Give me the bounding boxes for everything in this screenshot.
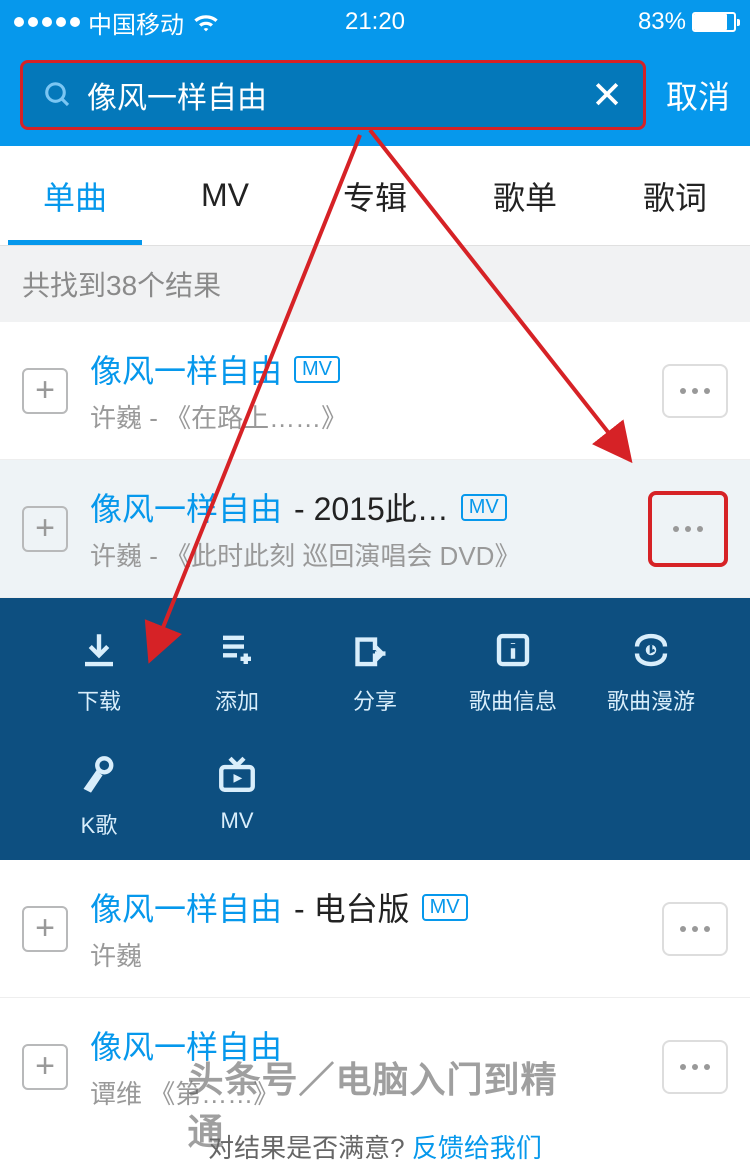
- tab-album[interactable]: 专辑: [300, 146, 450, 245]
- song-info: 像风一样自由 - 电台版 MV 许巍: [90, 884, 640, 973]
- action-label: 分享: [353, 684, 397, 716]
- search-input[interactable]: 像风一样自由 ✕: [20, 60, 646, 130]
- action-share[interactable]: 分享: [306, 626, 444, 716]
- song-info: 像风一样自由 - 2015此… MV 许巍 - 《此时此刻 巡回演唱会 DVD》: [90, 484, 626, 573]
- song-title: 像风一样自由: [90, 884, 282, 930]
- song-row[interactable]: + 像风一样自由 - 2015此… MV 许巍 - 《此时此刻 巡回演唱会 DV…: [0, 460, 750, 598]
- status-time: 21:20: [345, 8, 405, 36]
- search-header: 像风一样自由 ✕ 取消: [0, 44, 750, 146]
- action-download[interactable]: 下载: [30, 626, 168, 716]
- action-panel: 下载 添加 分享 歌曲信息 歌曲漫游 K歌 MV: [0, 598, 750, 860]
- download-icon: [75, 626, 123, 674]
- add-button[interactable]: +: [22, 906, 68, 952]
- footer-question: 对结果是否满意?: [208, 1133, 404, 1163]
- more-button[interactable]: [662, 1040, 728, 1094]
- cancel-button[interactable]: 取消: [666, 72, 730, 118]
- status-bar: 中国移动 21:20 83%: [0, 0, 750, 44]
- add-button[interactable]: +: [22, 1044, 68, 1090]
- more-button[interactable]: [662, 364, 728, 418]
- add-list-icon: [213, 626, 261, 674]
- mv-badge[interactable]: MV: [294, 356, 340, 383]
- action-mv[interactable]: MV: [168, 750, 306, 840]
- mv-badge[interactable]: MV: [422, 894, 468, 921]
- song-row[interactable]: + 像风一样自由 MV 许巍 - 《在路上……》: [0, 322, 750, 460]
- song-row[interactable]: + 像风一样自由 - 电台版 MV 许巍: [0, 860, 750, 998]
- signal-dots-icon: [14, 17, 80, 27]
- tab-lyrics[interactable]: 歌词: [600, 146, 750, 245]
- action-label: 下载: [77, 684, 121, 716]
- action-label: MV: [221, 808, 254, 834]
- battery-percent: 83%: [638, 8, 686, 36]
- song-subtitle: 许巍: [90, 936, 640, 973]
- feedback-link[interactable]: 反馈给我们: [412, 1133, 542, 1163]
- add-button[interactable]: +: [22, 368, 68, 414]
- status-left: 中国移动: [14, 5, 220, 40]
- action-roam[interactable]: 歌曲漫游: [582, 626, 720, 716]
- share-icon: [351, 626, 399, 674]
- status-right: 83%: [638, 8, 736, 36]
- song-title: 像风一样自由: [90, 346, 282, 392]
- song-title-suffix: - 电台版: [294, 884, 410, 930]
- tab-songs[interactable]: 单曲: [0, 146, 150, 245]
- search-value: 像风一样自由: [87, 73, 591, 117]
- battery-icon: [692, 12, 736, 32]
- action-label: K歌: [81, 808, 118, 840]
- info-icon: [489, 626, 537, 674]
- more-button[interactable]: [662, 902, 728, 956]
- action-label: 添加: [215, 684, 259, 716]
- tabs: 单曲 MV 专辑 歌单 歌词: [0, 146, 750, 246]
- mv-badge[interactable]: MV: [461, 494, 507, 521]
- song-subtitle: 许巍 - 《此时此刻 巡回演唱会 DVD》: [90, 536, 626, 573]
- song-title-suffix: - 2015此…: [294, 484, 449, 530]
- action-info[interactable]: 歌曲信息: [444, 626, 582, 716]
- feedback-footer: 对结果是否满意? 反馈给我们: [0, 1128, 750, 1165]
- action-label: 歌曲信息: [469, 684, 557, 716]
- search-icon: [43, 80, 73, 110]
- clear-icon[interactable]: ✕: [591, 73, 623, 118]
- song-subtitle: 许巍 - 《在路上……》: [90, 398, 640, 435]
- roam-icon: [627, 626, 675, 674]
- results-count: 共找到38个结果: [0, 246, 750, 322]
- mic-icon: [75, 750, 123, 798]
- more-button[interactable]: [648, 491, 728, 567]
- tv-icon: [213, 750, 261, 798]
- song-info: 像风一样自由 MV 许巍 - 《在路上……》: [90, 346, 640, 435]
- tab-mv[interactable]: MV: [150, 146, 300, 245]
- add-button[interactable]: +: [22, 506, 68, 552]
- action-ktv[interactable]: K歌: [30, 750, 168, 840]
- action-add[interactable]: 添加: [168, 626, 306, 716]
- wifi-icon: [192, 11, 220, 33]
- action-label: 歌曲漫游: [607, 684, 695, 716]
- carrier-label: 中国移动: [88, 5, 184, 40]
- tab-playlist[interactable]: 歌单: [450, 146, 600, 245]
- song-title: 像风一样自由: [90, 484, 282, 530]
